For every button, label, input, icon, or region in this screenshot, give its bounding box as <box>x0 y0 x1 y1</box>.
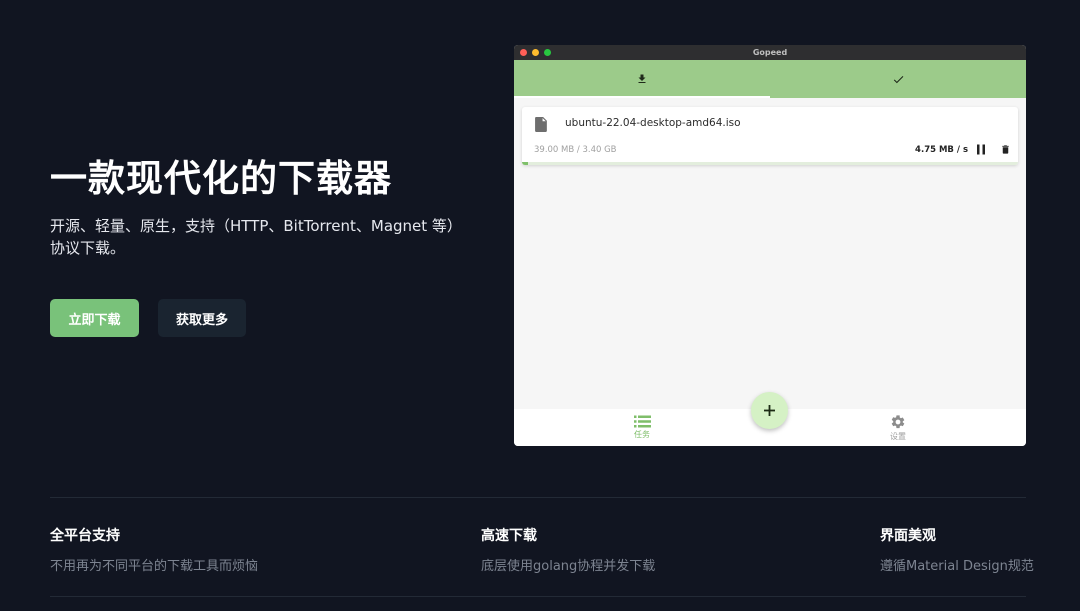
download-icon <box>638 74 646 83</box>
task-size-progress: 39.00 MB / 3.40 GB <box>534 145 617 155</box>
check-icon <box>893 75 903 83</box>
nav-tasks-label: 任务 <box>634 430 650 439</box>
nav-settings[interactable]: 设置 <box>770 409 1026 446</box>
app-window-preview: Gopeed ubuntu-22.04-desktop-amd64.iso 39… <box>514 45 1026 446</box>
feature-description: 不用再为不同平台的下载工具而烦恼 <box>50 559 259 574</box>
window-titlebar: Gopeed <box>514 45 1026 60</box>
pause-icon[interactable] <box>976 144 986 155</box>
feature-description: 底层使用golang协程并发下载 <box>481 559 656 574</box>
feature-beautiful-ui: 界面美观 遵循Material Design规范 <box>880 525 1034 574</box>
minimize-window-button[interactable] <box>532 49 539 56</box>
feature-title: 界面美观 <box>880 528 936 544</box>
tab-completed[interactable] <box>770 60 1026 98</box>
task-speed: 4.75 MB / s <box>915 145 968 155</box>
section-divider-bottom <box>50 596 1026 597</box>
add-task-button[interactable] <box>751 392 788 429</box>
task-progress-bar <box>522 162 1018 165</box>
download-now-button[interactable]: 立即下载 <box>50 299 139 337</box>
window-controls <box>520 49 551 56</box>
page-title: 一款现代化的下载器 <box>50 157 392 200</box>
plus-icon <box>764 405 775 416</box>
tab-bar <box>514 60 1026 98</box>
hero-description: 开源、轻量、原生，支持（HTTP、BitTorrent、Magnet 等）协议下… <box>50 217 462 257</box>
gear-icon <box>891 414 905 428</box>
close-window-button[interactable] <box>520 49 527 56</box>
maximize-window-button[interactable] <box>544 49 551 56</box>
task-file-name: ubuntu-22.04-desktop-amd64.iso <box>565 117 741 129</box>
file-icon <box>535 117 547 132</box>
task-progress-fill <box>522 162 528 165</box>
feature-cross-platform: 全平台支持 不用再为不同平台的下载工具而烦恼 <box>50 525 258 574</box>
nav-settings-label: 设置 <box>890 431 906 441</box>
tab-downloading[interactable] <box>514 60 770 98</box>
delete-icon[interactable] <box>1000 143 1011 156</box>
nav-tasks[interactable]: 任务 <box>514 409 770 446</box>
get-more-button[interactable]: 获取更多 <box>158 299 246 337</box>
list-icon <box>633 415 651 428</box>
feature-description: 遵循Material Design规范 <box>880 559 1034 574</box>
feature-high-speed: 高速下载 底层使用golang协程并发下载 <box>481 525 655 574</box>
feature-title: 全平台支持 <box>50 528 120 544</box>
feature-title: 高速下载 <box>481 528 537 544</box>
window-title: Gopeed <box>752 48 788 57</box>
task-card[interactable]: ubuntu-22.04-desktop-amd64.iso 39.00 MB … <box>522 107 1018 165</box>
section-divider-top <box>50 497 1026 498</box>
